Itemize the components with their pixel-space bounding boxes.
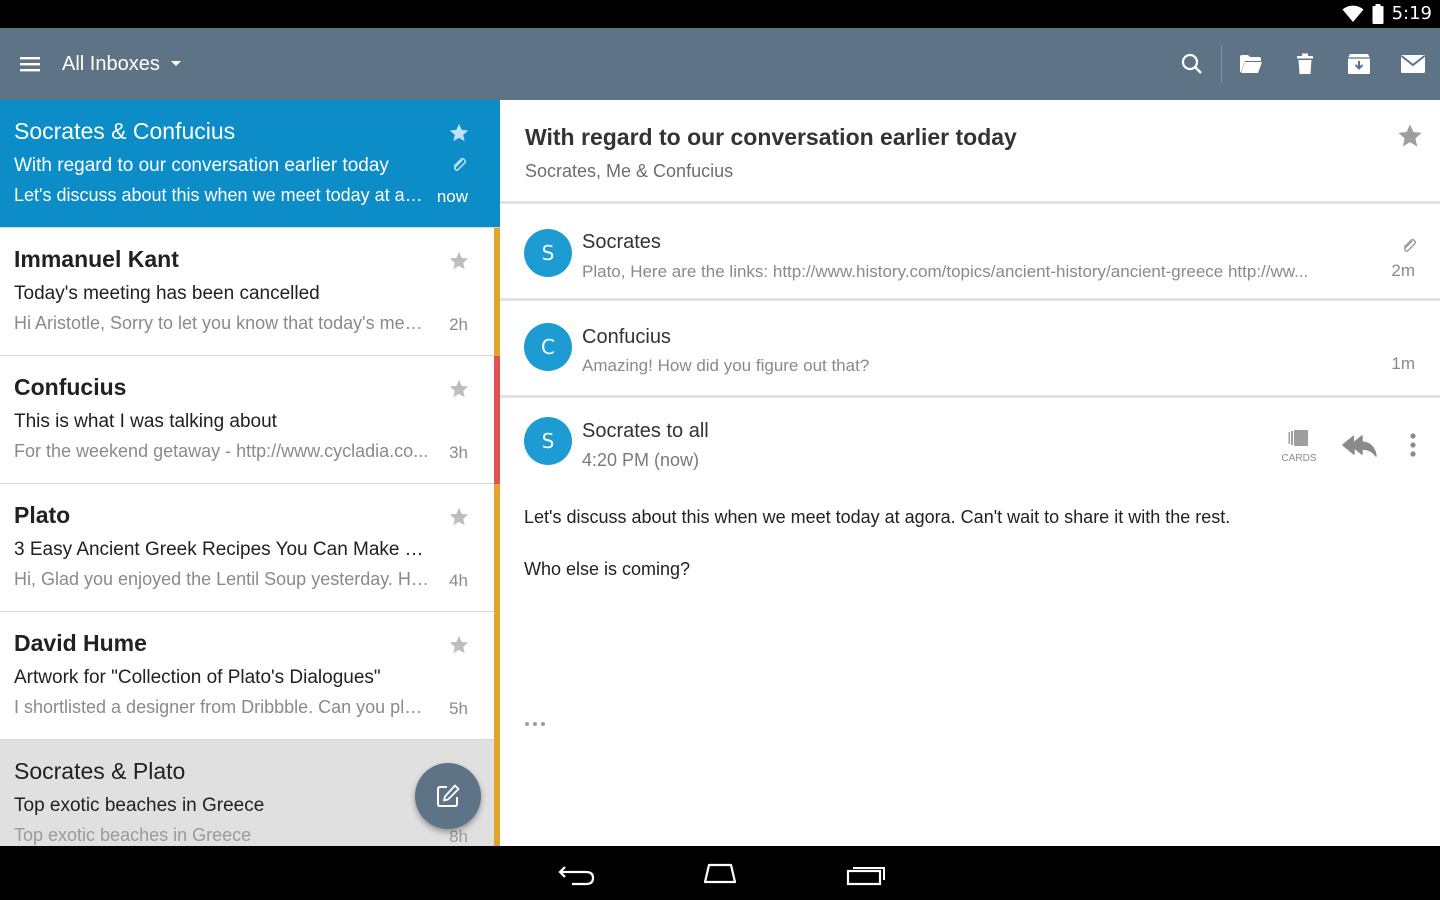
delete-button[interactable] xyxy=(1278,42,1332,86)
back-icon[interactable] xyxy=(554,858,598,888)
thread-subject: With regard to our conversation earlier … xyxy=(525,124,1017,150)
wifi-icon xyxy=(1342,5,1364,22)
mark-unread-button[interactable] xyxy=(1386,42,1440,86)
message-body-paragraph: Let's discuss about this when we meet to… xyxy=(524,507,1231,527)
item-sender: Confucius xyxy=(14,374,127,400)
message-time: 2m xyxy=(1391,261,1415,280)
item-snippet: Hi, Glad you enjoyed the Lentil Soup yes… xyxy=(14,569,429,589)
home-icon[interactable] xyxy=(698,858,742,888)
hamburger-icon xyxy=(20,57,40,72)
item-sender: Immanuel Kant xyxy=(14,246,179,272)
item-subject: Top exotic beaches in Greece xyxy=(14,795,265,816)
item-sender: Socrates & Confucius xyxy=(14,118,236,144)
dropdown-arrow-icon xyxy=(170,61,181,66)
item-time: 8h xyxy=(449,827,468,846)
message-list: Socrates & Confucius With regard to our … xyxy=(0,100,500,846)
star-icon[interactable] xyxy=(448,250,470,272)
thread-participants: Socrates, Me & Confucius xyxy=(525,161,734,181)
item-sender: David Hume xyxy=(14,630,147,656)
item-time: 4h xyxy=(449,571,468,590)
menu-button[interactable] xyxy=(16,50,46,78)
message-sender: Confucius xyxy=(582,326,671,348)
item-snippet: Top exotic beaches in Greece xyxy=(14,825,252,845)
item-snippet: Hi Aristotle, Sorry to let you know that… xyxy=(14,313,429,333)
item-time: 2h xyxy=(449,315,468,334)
battery-icon xyxy=(1372,3,1384,24)
cards-label: CARDS xyxy=(1281,453,1317,464)
conversation-view: With regard to our conversation earlier … xyxy=(500,100,1440,846)
toolbar-separator xyxy=(1221,46,1222,82)
message-sent-time: 4:20 PM (now) xyxy=(582,450,700,470)
item-snippet: For the weekend getaway - http://www.cyc… xyxy=(14,441,429,461)
status-time: 5:19 xyxy=(1391,3,1432,24)
star-icon[interactable] xyxy=(448,122,470,144)
list-item[interactable]: Confucius This is what I was talking abo… xyxy=(0,356,500,484)
message-time: 1m xyxy=(1391,354,1415,373)
mail-icon xyxy=(1400,55,1426,73)
message-body-paragraph: Who else is coming? xyxy=(524,559,691,579)
reply-all-icon[interactable] xyxy=(1340,430,1378,460)
list-item[interactable]: Plato 3 Easy Ancient Greek Recipes You C… xyxy=(0,484,500,612)
avatar: C xyxy=(524,323,572,371)
item-subject: With regard to our conversation earlier … xyxy=(14,155,389,176)
item-time: now xyxy=(436,187,468,206)
star-icon[interactable] xyxy=(448,506,470,528)
inbox-title: All Inboxes xyxy=(62,52,160,75)
expanded-message: S Socrates to all 4:20 PM (now) CARDS Le… xyxy=(500,400,1440,846)
thread-header: With regard to our conversation earlier … xyxy=(500,100,1440,204)
cards-button[interactable]: CARDS xyxy=(1278,429,1320,464)
inbox-selector[interactable]: All Inboxes xyxy=(62,50,182,78)
message-sender: Socrates to all xyxy=(582,420,709,442)
message-preview: Amazing! How did you figure out that? xyxy=(582,356,870,375)
attachment-icon xyxy=(1403,238,1417,252)
search-button[interactable] xyxy=(1165,42,1219,86)
list-item[interactable]: Socrates & Confucius With regard to our … xyxy=(0,100,500,228)
status-bar: 5:19 xyxy=(0,0,1440,28)
item-sender: Socrates & Plato xyxy=(14,758,186,784)
item-time: 5h xyxy=(449,699,468,718)
message-preview: Plato, Here are the links: http://www.hi… xyxy=(582,262,1309,281)
item-time: 3h xyxy=(449,443,468,462)
compose-button[interactable] xyxy=(415,763,481,829)
list-item[interactable]: David Hume Artwork for "Collection of Pl… xyxy=(0,612,500,740)
compose-icon xyxy=(437,784,460,807)
message-sender: Socrates xyxy=(582,231,661,253)
star-icon[interactable] xyxy=(448,378,470,400)
item-sender: Plato xyxy=(14,502,71,528)
star-icon[interactable] xyxy=(1396,122,1424,150)
item-subject: This is what I was talking about xyxy=(14,411,277,432)
folder-icon xyxy=(1240,55,1262,73)
navigation-bar xyxy=(0,846,1440,900)
avatar: S xyxy=(524,417,572,465)
more-options-icon[interactable] xyxy=(1400,430,1426,460)
star-icon[interactable] xyxy=(448,634,470,656)
move-to-folder-button[interactable] xyxy=(1224,42,1278,86)
archive-button[interactable] xyxy=(1332,42,1386,86)
toolbar: All Inboxes xyxy=(0,28,1440,100)
item-subject: 3 Easy Ancient Greek Recipes You Can Mak… xyxy=(14,539,429,560)
item-snippet: Let's discuss about this when we meet to… xyxy=(14,185,429,205)
item-subject: Today's meeting has been cancelled xyxy=(14,283,320,304)
list-item[interactable]: Immanuel Kant Today's meeting has been c… xyxy=(0,228,500,356)
collapsed-message[interactable]: C Confucius Amazing! How did you figure … xyxy=(500,304,1440,398)
archive-icon xyxy=(1348,54,1370,74)
show-quoted-text-icon[interactable] xyxy=(524,718,548,730)
trash-icon xyxy=(1297,53,1313,74)
cards-icon xyxy=(1288,430,1308,446)
collapsed-message[interactable]: S Socrates Plato, Here are the links: ht… xyxy=(500,207,1440,301)
avatar: S xyxy=(524,229,572,277)
search-icon xyxy=(1181,53,1202,74)
item-snippet: I shortlisted a designer from Dribbble. … xyxy=(14,697,429,717)
item-subject: Artwork for "Collection of Plato's Dialo… xyxy=(14,667,381,688)
recent-apps-icon[interactable] xyxy=(843,858,887,888)
attachment-icon xyxy=(453,157,467,171)
